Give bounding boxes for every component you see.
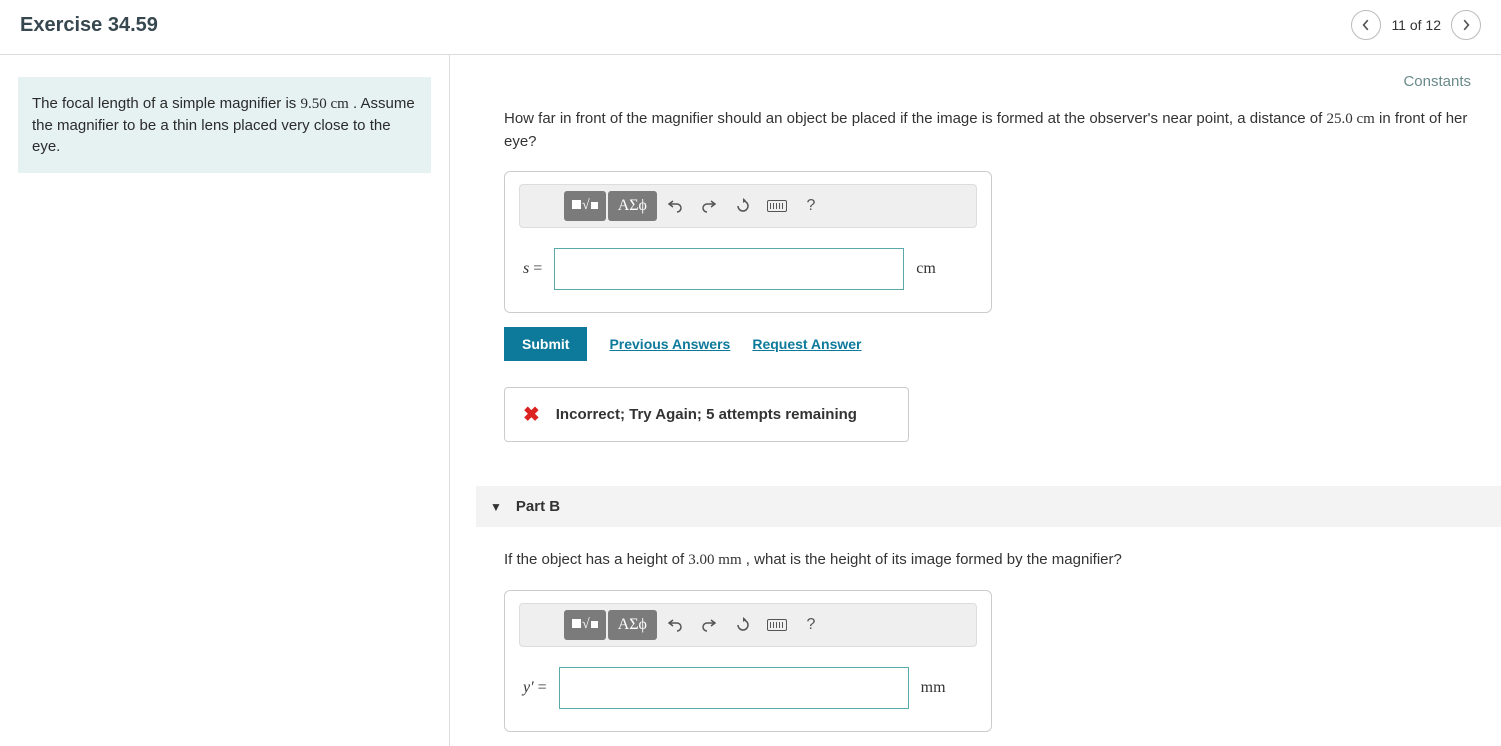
next-page-button[interactable] (1451, 10, 1481, 40)
exercise-title: Exercise 34.59 (20, 14, 158, 37)
request-answer-link[interactable]: Request Answer (752, 336, 861, 352)
redo-button[interactable] (693, 610, 725, 640)
chevron-left-icon (1360, 19, 1372, 31)
prev-page-button[interactable] (1351, 10, 1381, 40)
format-templates-button[interactable]: √ (564, 191, 606, 221)
page-header: Exercise 34.59 11 of 12 (0, 0, 1501, 55)
keyboard-button[interactable] (761, 610, 793, 640)
partA-actions: Submit Previous Answers Request Answer (504, 327, 1471, 361)
partB-q-before: If the object has a height of (504, 551, 688, 568)
partA-q-before: How far in front of the magnifier should… (504, 110, 1327, 127)
problem-text-1: The focal length of a simple magnifier i… (32, 95, 300, 112)
problem-statement: The focal length of a simple magnifier i… (18, 77, 431, 173)
caret-down-icon: ▼ (490, 500, 502, 514)
reset-icon (735, 198, 751, 214)
format-templates-icon: √ (572, 198, 598, 214)
format-templates-icon: √ (572, 617, 598, 633)
partA-answer-box: √ ΑΣϕ ? s = (504, 171, 992, 313)
redo-button[interactable] (693, 191, 725, 221)
partB-input-row: y′ = mm (519, 667, 977, 709)
problem-value-1: 9.50 cm (300, 96, 348, 112)
partA-feedback: ✖ Incorrect; Try Again; 5 attempts remai… (504, 387, 909, 442)
greek-letters-button[interactable]: ΑΣϕ (608, 610, 657, 640)
partB-answer-input[interactable] (559, 667, 909, 709)
problem-pane: The focal length of a simple magnifier i… (0, 55, 450, 746)
undo-button[interactable] (659, 191, 691, 221)
partB-toolbar: √ ΑΣϕ ? (519, 603, 977, 647)
reset-icon (735, 617, 751, 633)
undo-button[interactable] (659, 610, 691, 640)
partA-q-val: 25.0 cm (1327, 111, 1375, 127)
undo-icon (667, 617, 683, 633)
reset-button[interactable] (727, 191, 759, 221)
partA-unit: cm (916, 260, 936, 278)
feedback-text: Incorrect; Try Again; 5 attempts remaini… (556, 406, 857, 423)
partB-header[interactable]: ▼ Part B (476, 486, 1501, 527)
partA-submit-button[interactable]: Submit (504, 327, 587, 361)
page-nav: 11 of 12 (1351, 10, 1481, 40)
keyboard-button[interactable] (761, 191, 793, 221)
help-button[interactable]: ? (795, 610, 827, 640)
format-templates-button[interactable]: √ (564, 610, 606, 640)
partB-var: y′ = (523, 679, 547, 697)
redo-icon (701, 198, 717, 214)
partB-q-val: 3.00 mm (688, 552, 741, 568)
partB-answer-box: √ ΑΣϕ ? y′ = (504, 590, 992, 732)
reset-button[interactable] (727, 610, 759, 640)
help-button[interactable]: ? (795, 191, 827, 221)
page-count: 11 of 12 (1391, 17, 1441, 33)
partA-answer-input[interactable] (554, 248, 904, 290)
partA-question: How far in front of the magnifier should… (504, 108, 1471, 153)
redo-icon (701, 617, 717, 633)
constants-link[interactable]: Constants (1403, 73, 1471, 90)
undo-icon (667, 198, 683, 214)
partB-question: If the object has a height of 3.00 mm , … (504, 549, 1471, 572)
incorrect-icon: ✖ (523, 402, 540, 427)
constants-row: Constants (504, 73, 1471, 90)
partA-var: s = (523, 260, 542, 278)
partA-toolbar: √ ΑΣϕ ? (519, 184, 977, 228)
partB-unit: mm (921, 679, 946, 697)
partA-input-row: s = cm (519, 248, 977, 290)
answer-pane: Constants How far in front of the magnif… (450, 55, 1501, 746)
keyboard-icon (767, 619, 787, 631)
partB-q-after: , what is the height of its image formed… (742, 551, 1122, 568)
previous-answers-link[interactable]: Previous Answers (609, 336, 730, 352)
keyboard-icon (767, 200, 787, 212)
chevron-right-icon (1460, 19, 1472, 31)
partB-title: Part B (516, 498, 560, 515)
greek-letters-button[interactable]: ΑΣϕ (608, 191, 657, 221)
